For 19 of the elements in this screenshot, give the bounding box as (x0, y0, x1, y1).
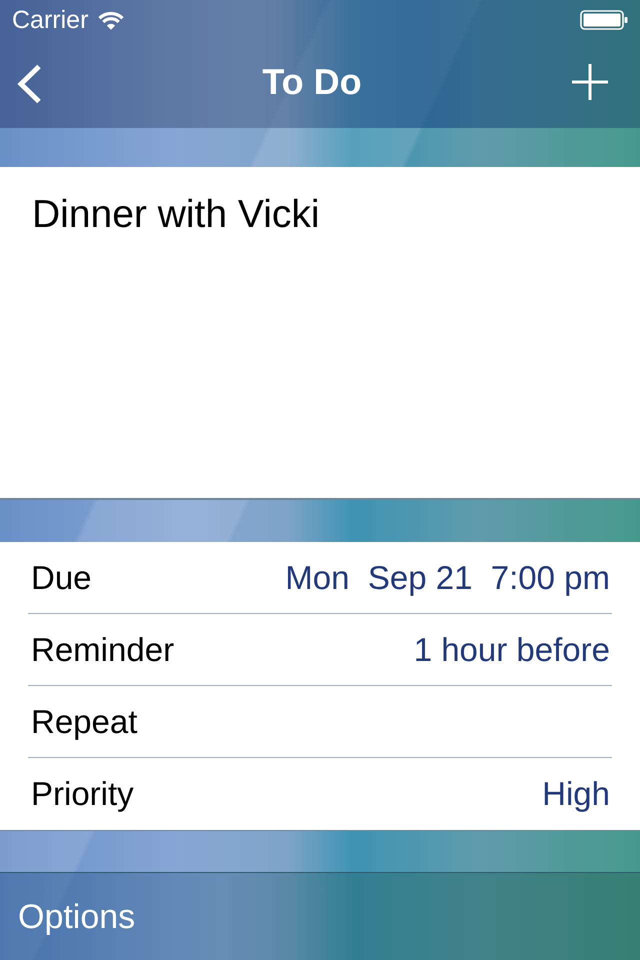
carrier-label: Carrier (12, 6, 88, 34)
wifi-icon (98, 10, 124, 30)
row-value: High (542, 774, 611, 814)
row-label: Reminder (30, 630, 174, 670)
row-label: Due (30, 558, 92, 598)
chevron-left-icon[interactable] (16, 64, 42, 104)
row-label: Repeat (30, 702, 138, 742)
battery-icon (580, 10, 628, 30)
row-value: Mon Sep 21 7:00 pm (285, 558, 611, 598)
detail-row[interactable]: Reminder 1 hour before (0, 614, 640, 686)
detail-row[interactable]: Priority High (0, 758, 640, 830)
row-value: 1 hour before (414, 630, 611, 670)
detail-row[interactable]: Due Mon Sep 21 7:00 pm (0, 542, 640, 614)
options-button[interactable]: Options (18, 896, 136, 936)
row-label: Priority (30, 774, 134, 814)
plus-icon[interactable] (572, 64, 608, 100)
screen-title: To Do (262, 61, 362, 103)
note-field[interactable]: Dinner with Vicki (0, 167, 640, 500)
detail-row[interactable]: Repeat (0, 686, 640, 758)
